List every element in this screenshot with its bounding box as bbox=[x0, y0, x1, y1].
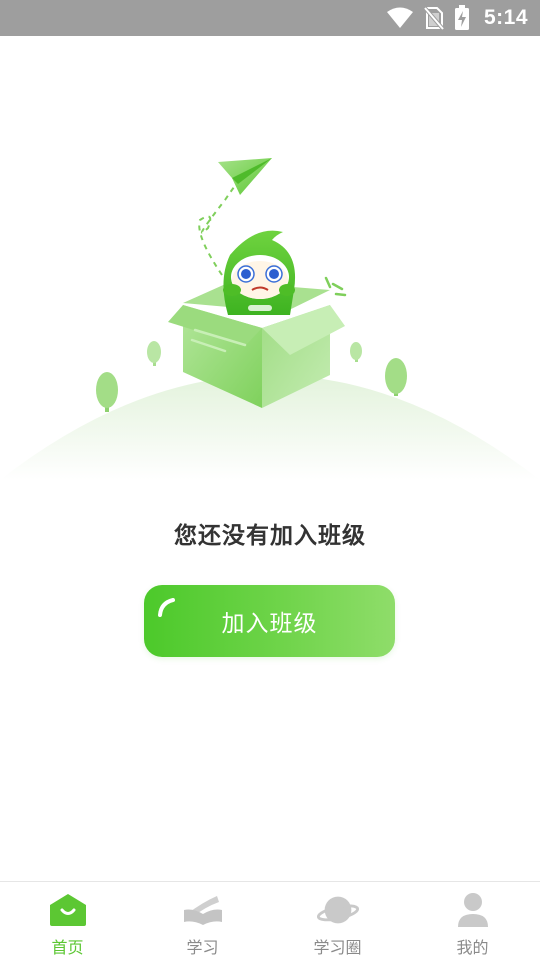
nav-label-profile: 我的 bbox=[456, 938, 489, 957]
nav-item-study-circle[interactable]: 学习圈 bbox=[270, 882, 405, 960]
no-sim-icon bbox=[423, 6, 444, 30]
profile-icon bbox=[452, 890, 494, 930]
button-shine-icon bbox=[158, 598, 175, 617]
mascot-icon bbox=[223, 230, 296, 315]
nav-item-profile[interactable]: 我的 bbox=[405, 882, 540, 960]
nav-item-study[interactable]: 学习 bbox=[135, 882, 270, 960]
join-class-label: 加入班级 bbox=[221, 611, 318, 637]
join-class-button[interactable]: 加入班级 bbox=[144, 585, 395, 657]
nav-item-home[interactable]: 首页 bbox=[0, 882, 135, 960]
nav-label-study: 学习 bbox=[186, 938, 219, 957]
status-bar: 5:14 bbox=[0, 0, 540, 36]
study-icon bbox=[182, 890, 224, 930]
nav-label-home: 首页 bbox=[51, 938, 84, 957]
bottom-nav: 首页 学习 学习圈 我的 bbox=[0, 881, 540, 960]
nav-label-study-circle: 学习圈 bbox=[313, 938, 362, 957]
empty-state-title: 您还没有加入班级 bbox=[174, 523, 366, 549]
home-icon bbox=[47, 890, 89, 930]
screen: 5:14 您还没有加入班级 加入班级 首页 学习 学习圈 我的 bbox=[0, 0, 540, 960]
status-time: 5:14 bbox=[483, 6, 528, 29]
battery-charging-icon bbox=[454, 5, 470, 31]
planet-icon bbox=[316, 890, 359, 930]
empty-state-illustration bbox=[0, 140, 540, 500]
wifi-icon bbox=[386, 7, 414, 29]
